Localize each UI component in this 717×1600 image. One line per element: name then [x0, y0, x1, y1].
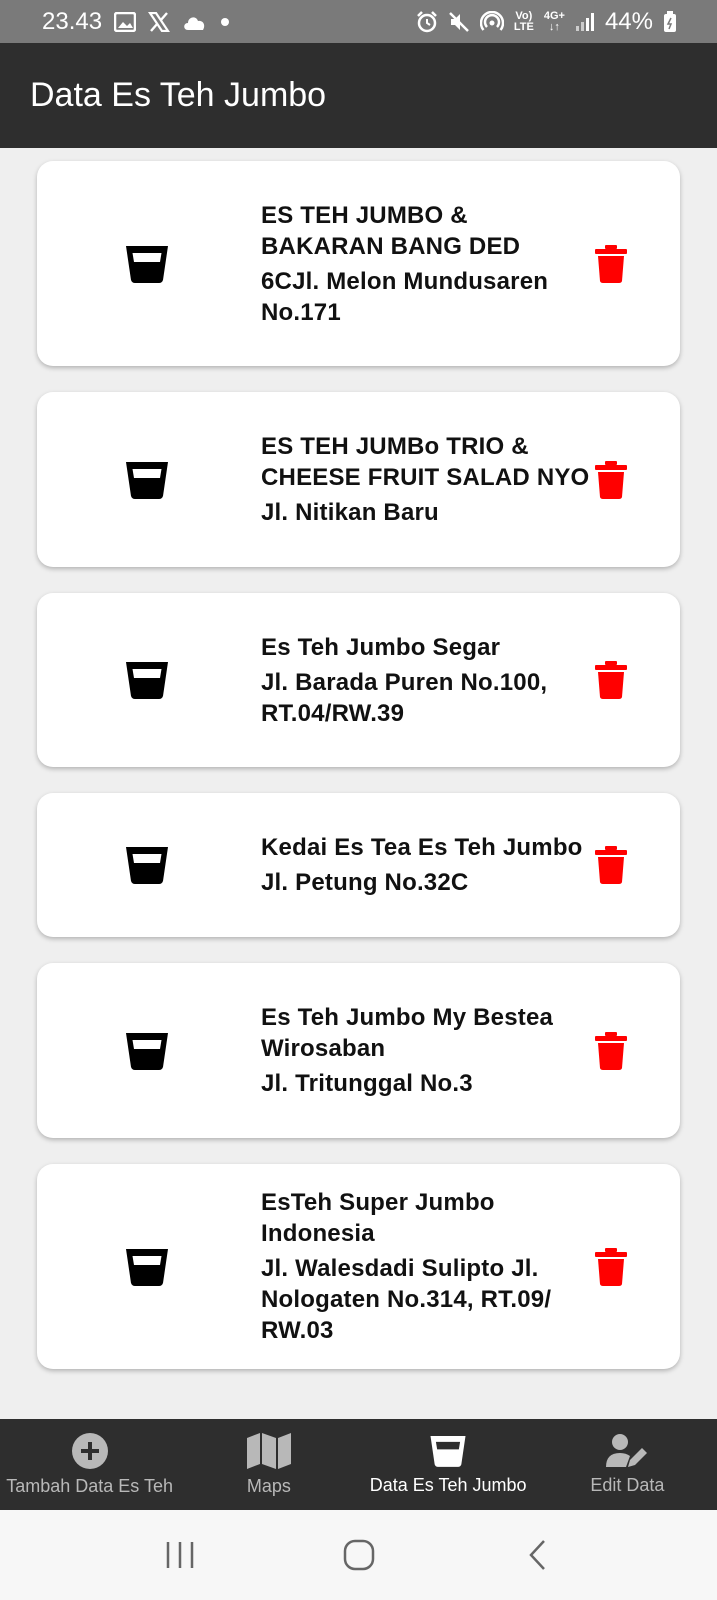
item-title: EsTeh Super Jumbo Indonesia	[261, 1189, 495, 1247]
list-item[interactable]: EsTeh Super Jumbo Indonesia Jl. Walesdad…	[37, 1164, 680, 1369]
back-icon	[528, 1540, 545, 1570]
back-button[interactable]	[508, 1525, 568, 1585]
item-address: 6CJl. Melon Mundusaren No.171	[261, 267, 549, 326]
cloud-icon	[182, 13, 208, 31]
nav-edit-data[interactable]: Edit Data	[538, 1419, 717, 1510]
list-item[interactable]: Es Teh Jumbo Segar Jl. Barada Puren No.1…	[37, 593, 680, 767]
delete-button[interactable]	[594, 846, 674, 884]
recent-apps-button[interactable]	[150, 1525, 210, 1585]
nav-label: Data Es Teh Jumbo	[369, 1475, 527, 1495]
glass-icon	[126, 662, 168, 699]
bottom-nav: Tambah Data Es Teh Maps Data Es Teh Jumb…	[0, 1419, 717, 1510]
glass-icon	[126, 461, 168, 499]
app-bar: Data Es Teh Jumbo	[0, 43, 717, 148]
list-item[interactable]: ES TEH JUMBo TRIO & CHEESE FRUIT SALAD N…	[37, 392, 680, 567]
item-title: Es Teh Jumbo Segar	[261, 633, 501, 661]
recent-apps-icon	[166, 1542, 193, 1568]
status-bar: 23.43 Vo) LTE 4G+ ↓↑ 44%	[0, 0, 717, 43]
delete-button[interactable]	[594, 1031, 674, 1070]
nav-label: Edit Data	[590, 1475, 665, 1495]
item-address: Jl. Barada Puren No.100, RT.04/RW.39	[261, 668, 548, 727]
nav-tambah-data[interactable]: Tambah Data Es Teh	[0, 1419, 179, 1510]
list-item[interactable]: Es Teh Jumbo My Bestea Wirosaban Jl. Tri…	[37, 963, 680, 1138]
alarm-icon	[416, 10, 438, 33]
battery-percent: 44%	[604, 7, 653, 35]
trash-icon	[595, 460, 627, 499]
trash-icon	[595, 1031, 627, 1070]
signal-icon	[575, 12, 595, 32]
volte-indicator: Vo) LTE	[513, 9, 534, 33]
nav-label: Maps	[246, 1476, 291, 1496]
network-indicator: 4G+ ↓↑	[543, 9, 565, 33]
item-title: ES TEH JUMBo TRIO & CHEESE FRUIT SALAD N…	[261, 433, 590, 491]
delete-button[interactable]	[594, 1247, 674, 1286]
item-address: Jl. Nitikan Baru	[261, 499, 439, 526]
dot-icon	[220, 17, 230, 27]
glass-icon	[126, 1032, 168, 1070]
nav-maps[interactable]: Maps	[179, 1419, 358, 1510]
home-icon	[343, 1539, 374, 1571]
glass-icon	[126, 847, 168, 884]
delete-button[interactable]	[594, 244, 674, 283]
list-item[interactable]: Kedai Es Tea Es Teh Jumbo Jl. Petung No.…	[37, 793, 680, 937]
trash-icon	[595, 244, 627, 283]
nav-label: Tambah Data Es Teh	[6, 1476, 173, 1496]
item-title: Es Teh Jumbo My Bestea Wirosaban	[261, 1004, 554, 1062]
item-address: Jl. Tritunggal No.3	[261, 1070, 473, 1097]
home-button[interactable]	[329, 1525, 389, 1585]
user-edit-icon	[606, 1434, 648, 1467]
item-title: ES TEH JUMBO & BAKARAN BANG DED	[261, 201, 521, 260]
mute-icon	[448, 11, 470, 33]
trash-icon	[595, 1247, 627, 1286]
glass-icon	[126, 1248, 168, 1286]
nav-data-es-teh[interactable]: Data Es Teh Jumbo	[359, 1419, 538, 1510]
glass-icon	[430, 1436, 466, 1467]
trash-icon	[595, 846, 627, 884]
glass-icon	[126, 245, 168, 283]
status-time: 23.43	[42, 7, 103, 35]
es-teh-list[interactable]: ES TEH JUMBO & BAKARAN BANG DED 6CJl. Me…	[0, 148, 717, 1419]
page-title: Data Es Teh Jumbo	[30, 76, 327, 114]
item-address: Jl. Walesdadi Sulipto Jl. Nologaten No.3…	[261, 1255, 552, 1344]
hotspot-icon	[479, 10, 504, 33]
trash-icon	[595, 661, 627, 699]
item-address: Jl. Petung No.32C	[261, 869, 469, 896]
delete-button[interactable]	[594, 460, 674, 499]
map-icon	[246, 1433, 291, 1469]
gallery-icon	[114, 11, 137, 32]
x-app-icon	[148, 11, 171, 32]
battery-icon	[663, 10, 677, 33]
system-nav-bar	[0, 1510, 717, 1600]
list-item[interactable]: ES TEH JUMBO & BAKARAN BANG DED 6CJl. Me…	[37, 161, 680, 366]
item-title: Kedai Es Tea Es Teh Jumbo	[261, 834, 583, 861]
add-circle-icon	[71, 1433, 108, 1469]
delete-button[interactable]	[594, 661, 674, 699]
